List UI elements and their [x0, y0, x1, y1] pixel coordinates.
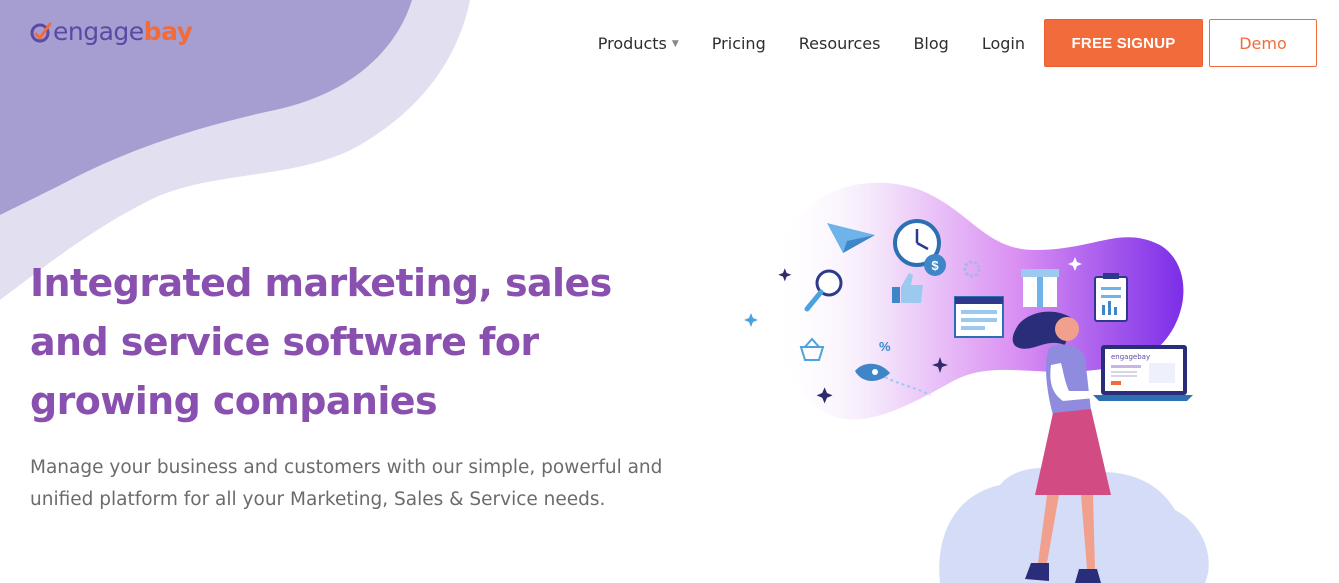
- chevron-down-icon: ▼: [671, 39, 679, 49]
- hero-title: Integrated marketing, sales and service …: [30, 261, 612, 423]
- hero-illustration: $ % engagebay: [744, 182, 1209, 583]
- engagebay-logo[interactable]: engagebay: [30, 16, 193, 48]
- nav-products[interactable]: Products ▼: [598, 34, 679, 53]
- clipboard-icon: [1094, 273, 1128, 322]
- coins-icon: $: [924, 254, 946, 276]
- logo-mark-icon: [30, 22, 52, 43]
- nav-pricing[interactable]: Pricing: [712, 34, 766, 53]
- main-nav: Products ▼ Pricing Resources Blog Login …: [598, 19, 1317, 67]
- free-signup-button[interactable]: FREE SIGNUP: [1044, 19, 1203, 67]
- gift-icon: [1021, 269, 1059, 307]
- browser-window-icon: [954, 296, 1004, 338]
- hero-subtitle: Manage your business and customers with …: [30, 457, 663, 510]
- nav-resources[interactable]: Resources: [799, 34, 881, 53]
- sparkle-icon: [744, 313, 758, 327]
- svg-text:$: $: [931, 258, 939, 273]
- laptop-logo: engagebay: [1111, 353, 1150, 361]
- nav-login[interactable]: Login: [982, 34, 1025, 53]
- logo-wordmark: engagebay: [53, 17, 193, 46]
- nav-products-label: Products: [597, 33, 667, 53]
- laptop-icon: engagebay: [1093, 345, 1193, 401]
- percent-icon: %: [879, 339, 891, 354]
- nav-blog[interactable]: Blog: [913, 34, 948, 53]
- demo-button[interactable]: Demo: [1209, 19, 1317, 67]
